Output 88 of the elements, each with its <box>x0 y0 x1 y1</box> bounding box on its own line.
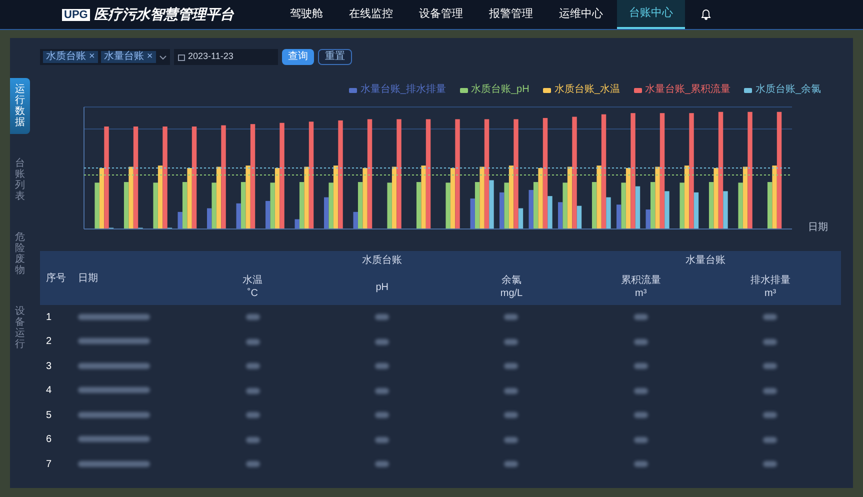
blurred-value <box>375 412 390 418</box>
blurred-value <box>763 461 778 468</box>
blurred-value <box>634 338 648 345</box>
unit-label: m³ <box>764 287 776 300</box>
blurred-value <box>634 412 648 418</box>
logo-icon: UPG <box>62 8 90 20</box>
row-index: 4 <box>46 384 53 398</box>
blurred-value <box>375 461 390 468</box>
blurred-value <box>634 388 648 394</box>
nav-tab[interactable]: 运维中心 <box>547 0 615 29</box>
calendar-icon <box>178 54 185 60</box>
blurred-value <box>246 338 260 345</box>
legend-label: 水量台账_排水排量 <box>360 85 446 95</box>
blurred-value <box>763 338 778 345</box>
blurred-value <box>375 363 390 370</box>
blurred-value <box>504 314 518 320</box>
column-header: 余氯 <box>501 274 522 287</box>
chevron-down-icon[interactable] <box>159 54 167 60</box>
column-header: 水温 <box>242 274 263 287</box>
blurred-value <box>634 461 648 468</box>
blurred-value <box>375 436 390 443</box>
blurred-value <box>504 412 518 418</box>
column-header: 序号 <box>46 272 67 286</box>
row-index: 2 <box>46 335 53 350</box>
blurred-value <box>246 436 260 443</box>
column-group-header: 水质台账 <box>361 254 404 268</box>
row-index: 3 <box>46 360 53 374</box>
blurred-value <box>78 362 150 369</box>
side-tab[interactable]: 设备运行 <box>10 300 30 356</box>
legend-label: 水质台账_余氯 <box>755 85 821 95</box>
blurred-value <box>504 461 518 468</box>
blurred-value <box>504 388 518 394</box>
type-select[interactable]: 水质台账 × 水量台账 × <box>40 49 170 65</box>
filter-tag[interactable]: 水质台账 × <box>43 51 98 63</box>
nav-tab[interactable]: 台账中心 <box>617 0 685 29</box>
date-field[interactable]: 2023-11-23 <box>174 49 278 65</box>
blurred-value <box>246 461 260 468</box>
side-tab[interactable]: 运行数据 <box>10 78 30 134</box>
unit-label: m³ <box>635 287 647 300</box>
legend-label: 水质台账_水温 <box>554 85 620 95</box>
blurred-value <box>78 436 150 442</box>
blurred-value <box>78 338 150 344</box>
row-index: 7 <box>46 458 53 472</box>
column-group-header: 水量台账 <box>684 254 727 268</box>
blurred-value <box>763 363 778 370</box>
x-axis-label: 日期 <box>808 220 828 235</box>
blurred-value <box>78 460 150 467</box>
blurred-value <box>375 314 390 320</box>
blurred-value <box>763 388 778 394</box>
nav-tab[interactable]: 驾驶舱 <box>278 0 335 29</box>
blurred-value <box>634 363 648 370</box>
nav-tab[interactable]: 在线监控 <box>337 0 405 29</box>
filter-tag[interactable]: 水量台账 × <box>100 51 156 63</box>
unit-label: mg/L <box>500 287 523 300</box>
bell-icon[interactable] <box>701 9 711 20</box>
side-tab[interactable]: 危险废物 <box>10 226 30 282</box>
blurred-value <box>246 412 260 418</box>
row-index: 6 <box>46 433 53 448</box>
unit-label: ˚C <box>247 287 258 300</box>
blurred-value <box>504 363 518 370</box>
row-index: 5 <box>46 408 53 423</box>
nav-tab[interactable]: 设备管理 <box>407 0 475 29</box>
blurred-value <box>375 338 390 345</box>
blurred-value <box>78 412 150 418</box>
column-header: pH <box>376 280 388 294</box>
blurred-value <box>763 314 778 320</box>
blurred-value <box>504 338 518 345</box>
column-header: 排水排量 <box>750 274 790 287</box>
row-index: 1 <box>46 310 53 325</box>
filter-button[interactable]: 重置 <box>318 49 352 65</box>
legend-label: 水量台账_累积流量 <box>644 85 730 95</box>
blurred-value <box>504 436 518 443</box>
blurred-value <box>375 388 390 394</box>
blurred-value <box>634 436 648 443</box>
legend-label: 水质台账_pH <box>470 85 530 95</box>
blurred-value <box>78 387 150 394</box>
column-header: 累积流量 <box>620 274 661 287</box>
column-header: 日期 <box>78 272 99 286</box>
blurred-value <box>634 314 648 320</box>
app-title: 医疗污水智慧管理平台 <box>94 5 234 24</box>
blurred-value <box>246 314 260 320</box>
blurred-value <box>246 388 260 394</box>
nav-tab[interactable]: 报警管理 <box>477 0 545 29</box>
blurred-value <box>763 436 778 443</box>
blurred-value <box>78 314 150 320</box>
side-tab[interactable]: 台账列表 <box>10 152 30 208</box>
blurred-value <box>763 412 778 418</box>
blurred-value <box>246 363 260 370</box>
